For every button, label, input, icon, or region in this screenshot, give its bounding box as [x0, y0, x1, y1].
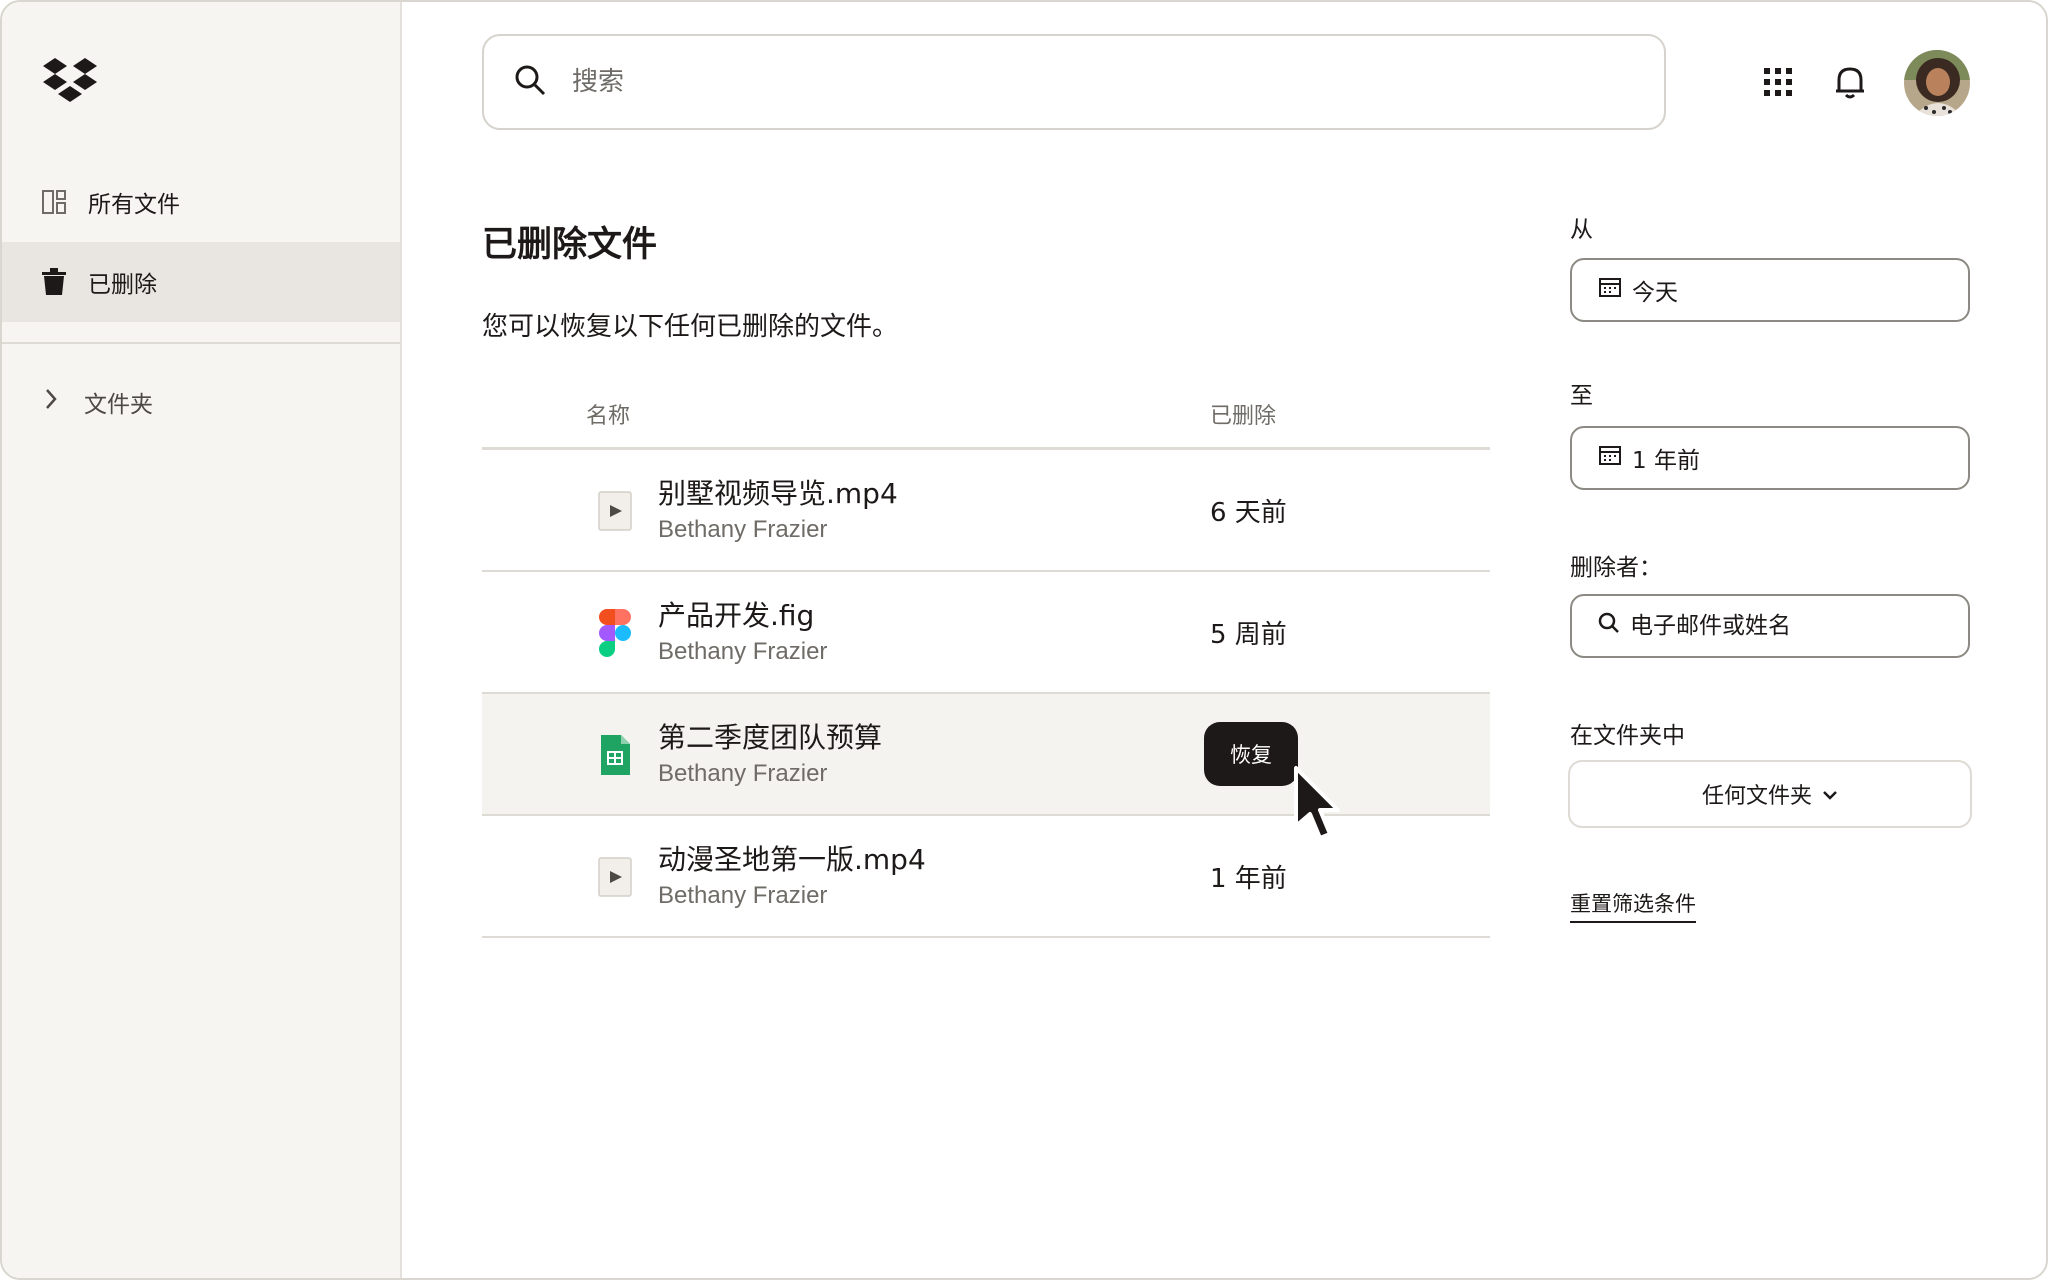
search-bar[interactable] — [482, 34, 1666, 130]
figma-file-icon — [590, 608, 640, 658]
sidebar-item-label: 已删除 — [88, 272, 157, 298]
from-date-field[interactable]: 今天 — [1570, 258, 1970, 322]
sidebar-item-deleted[interactable]: 已删除 — [2, 242, 400, 322]
in-folder-label: 在文件夹中 — [1570, 723, 1685, 749]
calendar-icon — [1598, 276, 1622, 304]
column-header-name[interactable]: 名称 — [586, 398, 630, 430]
avatar[interactable] — [1904, 50, 1970, 116]
chevron-right-icon — [44, 388, 58, 416]
video-file-icon — [590, 486, 640, 536]
deleted-by-label: 删除者： — [1570, 555, 1662, 581]
spreadsheet-file-icon — [590, 730, 640, 780]
all-files-icon — [40, 188, 68, 216]
app-window: 所有文件 已删除 文件夹 搜索 已删除文件 您可以恢复以下任何已删除的文件。 名… — [0, 0, 2048, 1280]
sidebar-divider — [2, 342, 400, 344]
page-description: 您可以恢复以下任何已删除的文件。 — [482, 312, 899, 342]
file-owner: Bethany Frazier — [658, 516, 828, 543]
sidebar-item-label: 所有文件 — [88, 192, 180, 218]
deleted-time: 1 年前 — [1210, 864, 1287, 894]
from-date-value: 今天 — [1632, 280, 1678, 306]
file-name[interactable]: 动漫圣地第一版.mp4 — [658, 838, 926, 878]
restore-button[interactable]: 恢复 — [1204, 722, 1298, 786]
sidebar-item-label: 文件夹 — [84, 392, 153, 418]
search-icon — [1598, 612, 1620, 640]
mouse-cursor-icon — [1292, 764, 1352, 844]
calendar-icon — [1598, 444, 1622, 472]
bell-icon[interactable] — [1828, 60, 1872, 104]
file-name[interactable]: 第二季度团队预算 — [658, 716, 882, 756]
file-owner: Bethany Frazier — [658, 760, 828, 787]
table-row[interactable]: 产品开发.fig Bethany Frazier 5 周前 — [482, 572, 1490, 694]
to-date-field[interactable]: 1 年前 — [1570, 426, 1970, 490]
folder-select-value: 任何文件夹 — [1701, 784, 1812, 809]
deleted-by-input[interactable] — [1630, 613, 1950, 639]
search-input[interactable] — [572, 67, 1572, 97]
file-name[interactable]: 产品开发.fig — [658, 594, 814, 634]
from-label: 从 — [1570, 217, 1593, 243]
deleted-by-field[interactable] — [1570, 594, 1970, 658]
to-label: 至 — [1570, 383, 1593, 409]
to-date-value: 1 年前 — [1632, 448, 1700, 474]
table-header: 名称 已删除 — [482, 392, 1490, 450]
file-owner: Bethany Frazier — [658, 882, 828, 909]
sidebar-item-all-files[interactable]: 所有文件 — [2, 162, 400, 242]
page-title: 已删除文件 — [482, 225, 658, 265]
deleted-time: 6 天前 — [1210, 498, 1287, 528]
deleted-files-table: 名称 已删除 别墅视频导览.mp4 Bethany Frazier 6 天前 产… — [482, 392, 1490, 938]
column-header-deleted[interactable]: 已删除 — [1210, 398, 1276, 430]
reset-filters-link[interactable]: 重置筛选条件 — [1570, 888, 1696, 923]
chevron-down-icon — [1822, 782, 1838, 807]
trash-icon — [40, 268, 68, 296]
deleted-time: 5 周前 — [1210, 620, 1287, 650]
file-name[interactable]: 别墅视频导览.mp4 — [658, 472, 898, 512]
sidebar: 所有文件 已删除 文件夹 — [2, 2, 402, 1278]
file-owner: Bethany Frazier — [658, 638, 828, 665]
table-row[interactable]: 别墅视频导览.mp4 Bethany Frazier 6 天前 — [482, 450, 1490, 572]
dropbox-logo-icon[interactable] — [40, 56, 100, 106]
video-file-icon — [590, 852, 640, 902]
apps-grid-icon[interactable] — [1756, 60, 1800, 104]
sidebar-item-folders[interactable]: 文件夹 — [2, 362, 400, 442]
folder-select[interactable]: 任何文件夹 — [1568, 760, 1972, 828]
search-icon — [514, 64, 546, 100]
